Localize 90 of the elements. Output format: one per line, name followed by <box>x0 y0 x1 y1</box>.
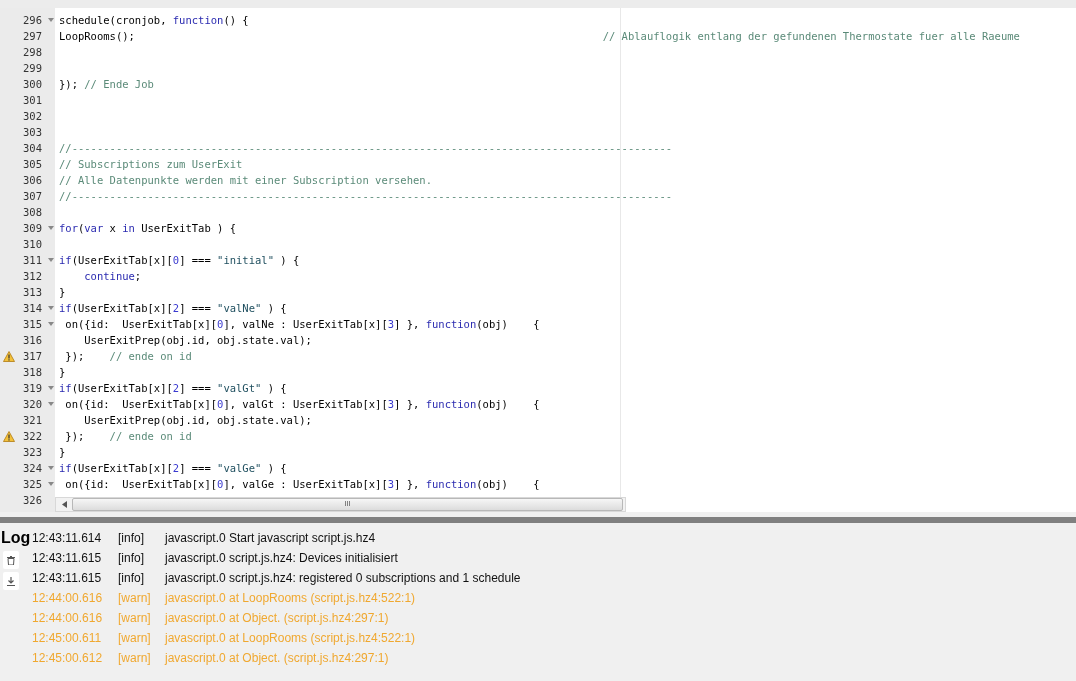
log-level: [info] <box>118 551 145 565</box>
line-number: 296 <box>22 14 42 26</box>
code-line: if(UserExitTab[x][2] === "valGt" ) { <box>59 382 287 394</box>
line-number: 303 <box>22 126 42 138</box>
line-number: 298 <box>22 46 42 58</box>
log-time: 12:44:00.616 <box>32 591 104 605</box>
log-message: javascript.0 at LoopRooms (script.js.hz4:522:1) <box>165 591 416 605</box>
fold-arrow-icon[interactable] <box>47 226 54 230</box>
code-line: // Alle Datenpunkte werden mit einer Subscription versehen. <box>59 174 432 186</box>
line-number: 320 <box>22 398 42 410</box>
log-message: javascript.0 script.js.hz4: Devices initialisiert <box>165 551 398 565</box>
code-line: on({id: UserExitTab[x][0], valGt : UserExitTab[x][3] }, function(obj) { <box>64 398 540 410</box>
fold-arrow-icon[interactable] <box>47 18 54 22</box>
line-number: 306 <box>22 174 42 186</box>
code-line: LoopRooms(); // Ablauflogik entlang der gefundenen Thermostate fuer alle Raeume <box>59 30 1020 42</box>
fold-arrow-icon[interactable] <box>47 402 54 406</box>
log-level: [info] <box>118 571 145 585</box>
code-line: } <box>59 446 66 458</box>
line-number: 308 <box>22 206 42 218</box>
log-message: javascript.0 at Object. (script.js.hz4:297:1) <box>165 651 389 665</box>
code-line: on({id: UserExitTab[x][0], valNe : UserExitTab[x][3] }, function(obj) { <box>64 318 540 330</box>
code-line: // Subscriptions zum UserExit <box>59 158 243 170</box>
code-line: }); // ende on id <box>64 430 192 442</box>
log-message: javascript.0 at LoopRooms (script.js.hz4:522:1) <box>165 631 416 645</box>
line-number: 316 <box>22 334 42 346</box>
log-level: [warn] <box>118 631 152 645</box>
code-line: schedule(cronjob, function() { <box>59 14 249 26</box>
line-number: 324 <box>22 462 42 474</box>
code-line: for(var x in UserExitTab ) { <box>59 222 237 234</box>
delete-button[interactable] <box>3 551 19 569</box>
line-number: 312 <box>22 270 42 282</box>
line-number: 307 <box>22 190 42 202</box>
code-line: }); // Ende Job <box>59 78 154 90</box>
line-number: 322 <box>22 430 42 442</box>
code-line: if(UserExitTab[x][0] === "initial" ) { <box>59 254 300 266</box>
code-line: on({id: UserExitTab[x][0], valGe : UserExitTab[x][3] }, function(obj) { <box>64 478 540 490</box>
log-level: [warn] <box>118 651 152 665</box>
code-line: UserExitPrep(obj.id, obj.state.val); <box>83 414 312 426</box>
line-number: 313 <box>22 286 42 298</box>
line-number: 326 <box>22 494 42 506</box>
scroll-left-icon[interactable] <box>62 501 67 508</box>
code-line: } <box>59 366 66 378</box>
code-line: continue; <box>83 270 142 282</box>
fold-arrow-icon[interactable] <box>47 482 54 486</box>
line-number: 318 <box>22 366 42 378</box>
line-number: 319 <box>22 382 42 394</box>
code-line: //----------------------------------------------------------------------------------------------- <box>59 190 673 202</box>
line-number: 311 <box>22 254 42 266</box>
log-level: [warn] <box>118 611 152 625</box>
code-line: if(UserExitTab[x][2] === "valNe" ) { <box>59 302 287 314</box>
fold-arrow-icon[interactable] <box>47 306 54 310</box>
log-message: javascript.0 Start javascript script.js.hz4 <box>165 531 376 545</box>
log-time: 12:45:00.611 <box>32 631 103 645</box>
log-message: javascript.0 at Object. (script.js.hz4:297:1) <box>165 611 389 625</box>
line-number: 317 <box>22 350 42 362</box>
log-title: Log <box>0 528 31 548</box>
line-number: 315 <box>22 318 42 330</box>
line-number: 297 <box>22 30 42 42</box>
fold-arrow-icon[interactable] <box>47 466 54 470</box>
line-number: 305 <box>22 158 42 170</box>
line-number: 323 <box>22 446 42 458</box>
download-icon <box>7 576 15 586</box>
line-number: 314 <box>22 302 42 314</box>
line-number: 309 <box>22 222 42 234</box>
fold-arrow-icon[interactable] <box>47 258 54 262</box>
fold-arrow-icon[interactable] <box>47 322 54 326</box>
fold-arrow-icon[interactable] <box>47 386 54 390</box>
line-number: 321 <box>22 414 42 426</box>
log-time: 12:43:11.615 <box>32 571 103 585</box>
code-line: }); // ende on id <box>64 350 192 362</box>
line-number: 304 <box>22 142 42 154</box>
log-time: 12:43:11.614 <box>32 531 103 545</box>
code-line: if(UserExitTab[x][2] === "valGe" ) { <box>59 462 287 474</box>
line-number: 310 <box>22 238 42 250</box>
log-message: javascript.0 script.js.hz4: registered 0 subscriptions and 1 schedule <box>165 571 521 585</box>
log-level: [info] <box>118 531 145 545</box>
log-level: [warn] <box>118 591 152 605</box>
code-line: UserExitPrep(obj.id, obj.state.val); <box>83 334 312 346</box>
line-number: 301 <box>22 94 42 106</box>
log-time: 12:43:11.615 <box>32 551 103 565</box>
code-line: } <box>59 286 66 298</box>
log-time: 12:45:00.612 <box>32 651 104 665</box>
code-line: //----------------------------------------------------------------------------------------------- <box>59 142 673 154</box>
line-number: 300 <box>22 78 42 90</box>
line-number: 302 <box>22 110 42 122</box>
line-number: 325 <box>22 478 42 490</box>
download-button[interactable] <box>3 572 19 590</box>
log-time: 12:44:00.616 <box>32 611 104 625</box>
trash-icon <box>7 555 15 565</box>
line-number: 299 <box>22 62 42 74</box>
